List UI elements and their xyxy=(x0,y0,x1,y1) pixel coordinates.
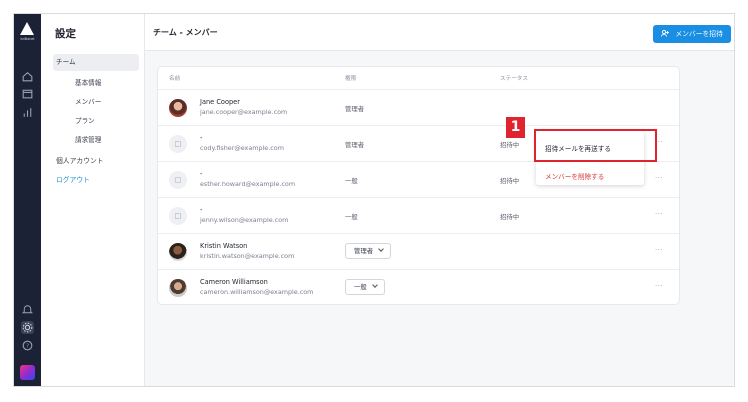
member-name: - xyxy=(200,206,203,214)
step-badge: 1 xyxy=(506,117,525,138)
sidebar-item-billing[interactable]: 請求管理 xyxy=(75,134,101,144)
sidebar-item-members[interactable]: メンバー xyxy=(75,96,101,106)
invite-member-label: メンバーを招待 xyxy=(675,30,723,38)
placeholder-avatar-icon xyxy=(175,141,181,147)
add-user-icon xyxy=(661,29,671,38)
app-switcher-icon[interactable] xyxy=(20,365,35,380)
member-email: kristin.watson@example.com xyxy=(200,252,295,260)
table-row: - jenny.wilson@example.com 一般 招待中 ··· xyxy=(158,197,679,233)
gear-icon[interactable] xyxy=(21,321,34,334)
table-header: 名前 権限 ステータス xyxy=(158,67,679,89)
member-name: - xyxy=(200,134,203,142)
placeholder-avatar-icon xyxy=(175,213,181,219)
invite-member-button[interactable]: メンバーを招待 xyxy=(653,25,731,43)
logout-link[interactable]: ログアウト xyxy=(56,174,90,184)
sidebar-item-personal-account[interactable]: 個人アカウント xyxy=(56,155,104,165)
member-email: cody.fisher@example.com xyxy=(200,144,284,152)
member-name: - xyxy=(200,170,203,178)
member-email: jenny.wilson@example.com xyxy=(200,216,289,224)
avatar xyxy=(169,207,187,225)
members-table: 名前 権限 ステータス Jane Cooper jane.cooper@exam… xyxy=(157,66,680,305)
more-options-icon[interactable]: ··· xyxy=(655,174,663,182)
settings-sidebar: 設定 チーム 基本情報 メンバー プラン 請求管理 個人アカウント ログアウト xyxy=(41,14,145,386)
logo-text: brillianet xyxy=(20,37,35,41)
member-status: 招待中 xyxy=(500,213,520,221)
column-header-role: 権限 xyxy=(345,76,357,82)
avatar xyxy=(169,135,187,153)
brand-logo[interactable]: brillianet xyxy=(20,22,35,44)
sidebar-group-team[interactable]: チーム xyxy=(53,54,139,71)
column-header-name: 名前 xyxy=(169,76,181,82)
sidebar-item-plan[interactable]: プラン xyxy=(75,115,95,125)
member-role: 一般 xyxy=(345,177,358,185)
placeholder-avatar-icon xyxy=(175,177,181,183)
member-email: esther.howard@example.com xyxy=(200,180,296,188)
more-options-icon[interactable]: ··· xyxy=(655,210,663,218)
member-role: 一般 xyxy=(345,213,358,221)
table-row: Kristin Watson kristin.watson@example.co… xyxy=(158,233,679,269)
page-header: チーム - メンバー メンバーを招待 xyxy=(145,14,734,51)
highlight-box xyxy=(534,129,657,162)
table-row: Cameron Williamson cameron.williamson@ex… xyxy=(158,269,679,305)
member-name: Jane Cooper xyxy=(200,98,240,106)
help-icon[interactable]: ? xyxy=(21,339,34,352)
member-email: cameron.williamson@example.com xyxy=(200,288,314,296)
role-dropdown-value: 一般 xyxy=(354,283,367,291)
chart-icon[interactable] xyxy=(21,106,34,119)
sidebar-title: 設定 xyxy=(55,28,76,40)
app-window: brillianet ? 設定 チーム 基本情報 メンバー プラン 請求管理 個… xyxy=(13,13,735,387)
calendar-icon[interactable] xyxy=(21,87,34,100)
bell-icon[interactable] xyxy=(21,303,34,316)
home-icon[interactable] xyxy=(21,70,34,83)
main-content: チーム - メンバー メンバーを招待 名前 権限 ステータス Jane Coop… xyxy=(145,14,734,386)
logo-triangle-icon xyxy=(20,22,34,35)
role-dropdown[interactable]: 一般 xyxy=(345,279,385,295)
role-dropdown[interactable]: 管理者 xyxy=(345,243,392,259)
avatar xyxy=(169,279,187,297)
avatar xyxy=(169,243,187,261)
member-email: jane.cooper@example.com xyxy=(200,108,288,116)
svg-text:?: ? xyxy=(26,344,29,350)
remove-member-menu-item[interactable]: メンバーを削除する xyxy=(545,171,604,181)
sidebar-item-basic-info[interactable]: 基本情報 xyxy=(75,77,101,87)
icon-rail: brillianet ? xyxy=(14,14,41,386)
page-title: チーム - メンバー xyxy=(153,28,218,37)
more-options-icon[interactable]: ··· xyxy=(655,246,663,254)
table-row: Jane Cooper jane.cooper@example.com 管理者 xyxy=(158,89,679,125)
member-name: Kristin Watson xyxy=(200,242,248,250)
member-role: 管理者 xyxy=(345,141,365,149)
column-header-status: ステータス xyxy=(500,76,528,82)
chevron-down-icon xyxy=(378,246,385,252)
member-status: 招待中 xyxy=(500,177,520,185)
avatar xyxy=(169,99,187,117)
role-dropdown-value: 管理者 xyxy=(354,247,374,255)
member-name: Cameron Williamson xyxy=(200,278,268,286)
chevron-down-icon xyxy=(371,282,378,288)
more-options-icon[interactable]: ··· xyxy=(655,282,663,290)
member-role: 管理者 xyxy=(345,105,365,113)
avatar xyxy=(169,171,187,189)
member-status: 招待中 xyxy=(500,141,520,149)
